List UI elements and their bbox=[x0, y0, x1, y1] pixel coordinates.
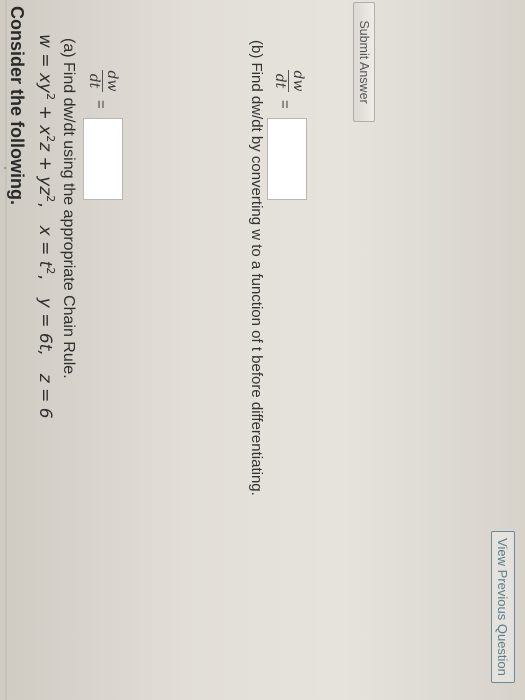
part-a-dw-dt-fraction: dw dt bbox=[86, 70, 120, 92]
fraction-bar bbox=[102, 70, 103, 92]
eq-x-definition: x = t bbox=[35, 225, 55, 268]
part-a-equals: = bbox=[92, 100, 109, 109]
part-b-numerator: dw bbox=[290, 70, 306, 92]
eq-plus2: + bbox=[35, 151, 55, 177]
rotated-page: · Consider the following. w = xy2 + x2z … bbox=[0, 0, 525, 700]
given-equations: w = xy2 + x2z + yz2,x = t2,y = 6t,z = 6 bbox=[35, 34, 57, 419]
part-a-numerator: dw bbox=[104, 70, 120, 92]
part-b-dw-dt-fraction: dw dt bbox=[272, 70, 306, 92]
fraction-bar bbox=[288, 70, 289, 92]
part-b-answer-input[interactable] bbox=[267, 118, 307, 200]
part-b-equals: = bbox=[276, 100, 293, 109]
eq-term1: xy bbox=[35, 72, 55, 94]
part-a-denominator: dt bbox=[86, 73, 102, 89]
eq-z-definition: z = 6 bbox=[35, 373, 55, 419]
part-a-prompt: (a) Find dw/dt using the appropriate Cha… bbox=[60, 38, 77, 379]
eq-term3: yz bbox=[35, 176, 55, 196]
submit-answer-button[interactable]: Submit Answer bbox=[353, 2, 375, 122]
view-previous-question-button[interactable]: View Previous Question bbox=[491, 531, 515, 683]
eq-sep2: , bbox=[35, 274, 55, 280]
eq-equals: = bbox=[35, 47, 55, 73]
part-a-answer-input[interactable] bbox=[83, 118, 123, 200]
eq-sep1: , bbox=[35, 202, 55, 208]
eq-y-definition: y = 6t, bbox=[35, 297, 55, 356]
eq-plus1: + bbox=[35, 100, 55, 126]
eq-w: w bbox=[35, 34, 55, 48]
part-b-prompt: (b) Find dw/dt by converting w to a func… bbox=[248, 40, 265, 496]
eq-term2-tail: z bbox=[35, 142, 55, 152]
question-heading: Consider the following. bbox=[7, 6, 27, 205]
question-panel: · Consider the following. w = xy2 + x2z … bbox=[0, 0, 525, 700]
part-b-denominator: dt bbox=[272, 73, 288, 89]
eq-term2: x bbox=[35, 125, 55, 136]
